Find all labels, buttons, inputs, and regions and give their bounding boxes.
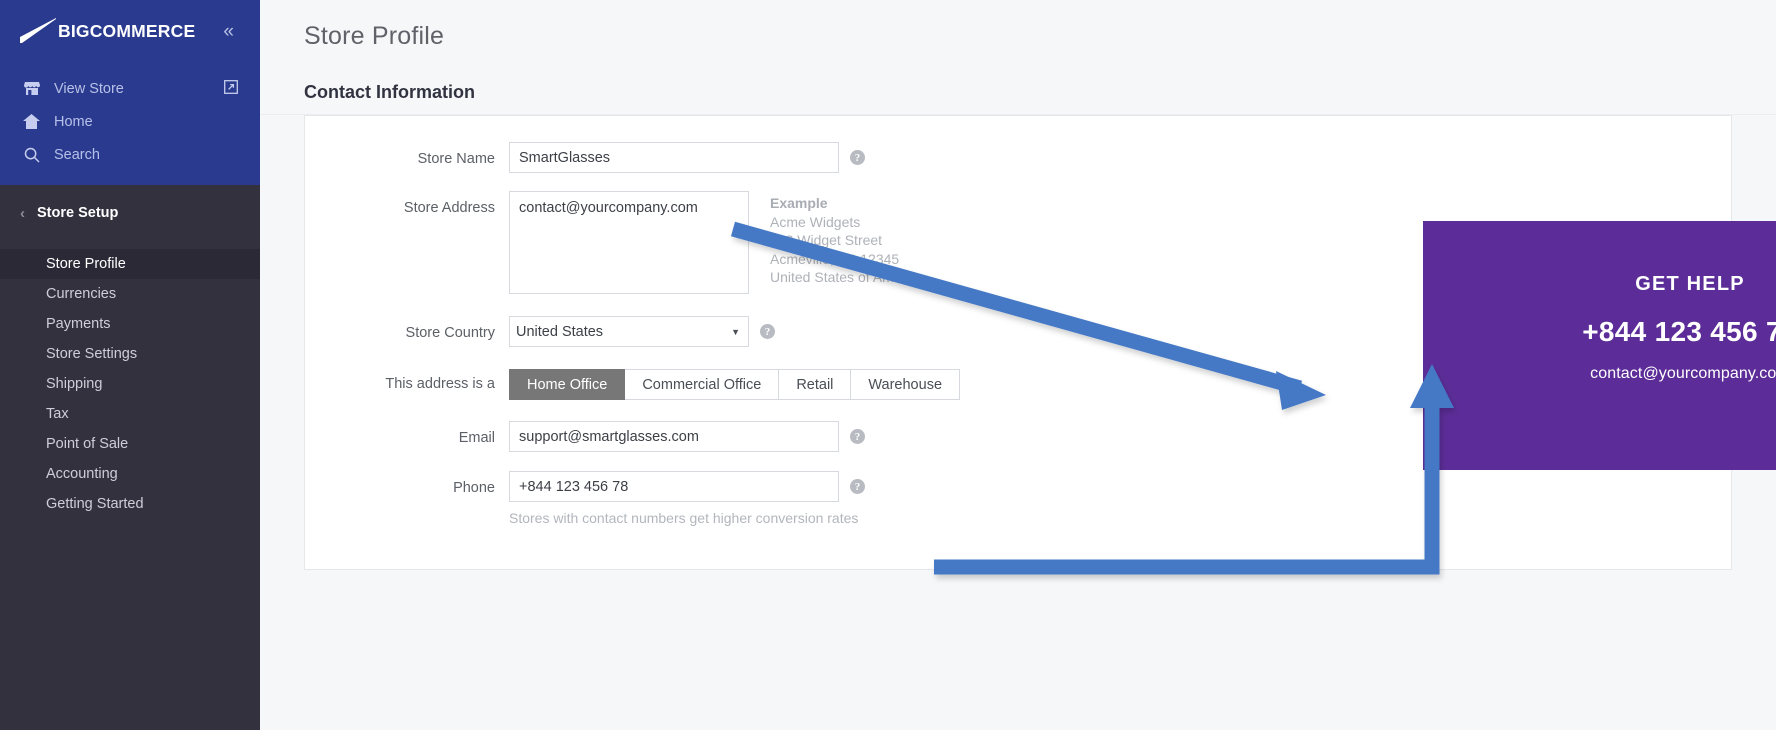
store-country-control: United States ▼ ?: [509, 316, 775, 347]
store-address-example: Example Acme Widgets 123 Widget Street A…: [770, 191, 924, 287]
chevron-left-icon[interactable]: ‹: [20, 206, 25, 221]
field-row-store-name: Store Name ?: [305, 142, 1731, 173]
example-line: 123 Widget Street: [770, 232, 883, 248]
store-address-textarea[interactable]: contact@yourcompany.com: [509, 191, 749, 294]
primary-nav: View Store Home Search: [0, 62, 260, 171]
store-country-label: Store Country: [405, 325, 495, 341]
sidebar-section-store-setup[interactable]: ‹ Store Setup: [0, 185, 260, 241]
submenu-item-label: Accounting: [46, 466, 118, 482]
store-address-control: contact@yourcompany.com Example Acme Wid…: [509, 191, 924, 294]
submenu-item-label: Point of Sale: [46, 436, 129, 452]
sidebar-item-view-store[interactable]: View Store: [0, 72, 260, 105]
field-row-phone: Phone ?: [305, 471, 1731, 502]
external-link-icon[interactable]: [224, 79, 238, 98]
sidebar-item-tax[interactable]: Tax: [0, 399, 260, 429]
address-type-commercial-office[interactable]: Commercial Office: [625, 369, 780, 400]
phone-hint-text: Stores with contact numbers get higher c…: [509, 510, 859, 526]
sidebar: BIGCOMMERCE « View Store Home Search ‹ S…: [0, 0, 260, 730]
search-icon: [23, 146, 40, 163]
address-type-control: Home Office Commercial Office Retail War…: [509, 367, 961, 400]
store-icon: [23, 80, 40, 97]
get-help-email: contact@yourcompany.com: [1590, 365, 1776, 382]
sidebar-item-accounting[interactable]: Accounting: [0, 459, 260, 489]
get-help-overlay-panel: GET HELP +844 123 456 78 contact@yourcom…: [1423, 221, 1776, 470]
sidebar-item-store-profile[interactable]: Store Profile: [0, 249, 260, 279]
example-title: Example: [770, 195, 828, 211]
get-help-heading: GET HELP: [1635, 273, 1745, 295]
submenu-item-label: Payments: [46, 316, 111, 332]
phone-input[interactable]: [509, 471, 839, 502]
sidebar-item-label: Search: [54, 146, 100, 163]
email-input[interactable]: [509, 421, 839, 452]
example-line: Acme Widgets: [770, 213, 861, 230]
sidebar-item-search[interactable]: Search: [0, 138, 260, 171]
submenu-item-label: Tax: [46, 406, 69, 422]
sidebar-collapse-button[interactable]: «: [221, 18, 236, 45]
example-line: United States of America: [770, 269, 925, 285]
sidebar-top-section: BIGCOMMERCE « View Store Home Search: [0, 0, 260, 185]
address-type-retail[interactable]: Retail: [779, 369, 852, 400]
store-address-label: Store Address: [403, 200, 495, 216]
submenu-item-label: Getting Started: [46, 496, 144, 512]
store-country-select-wrap: United States ▼: [509, 316, 749, 347]
page-header: Store Profile Contact Information: [260, 0, 1776, 115]
sidebar-item-store-settings[interactable]: Store Settings: [0, 339, 260, 369]
example-line: Acmeville, AC 12345: [770, 250, 900, 267]
sidebar-item-getting-started[interactable]: Getting Started: [0, 489, 260, 519]
sidebar-item-currencies[interactable]: Currencies: [0, 279, 260, 309]
address-type-button-group: Home Office Commercial Office Retail War…: [509, 369, 961, 400]
sidebar-item-label: Home: [54, 113, 93, 130]
page-title: Store Profile: [304, 22, 445, 50]
submenu-item-label: Store Settings: [46, 346, 138, 362]
email-label: Email: [458, 430, 495, 446]
phone-help-icon[interactable]: ?: [850, 479, 865, 494]
main-content: Store Profile Contact Information Store …: [260, 0, 1776, 730]
brand-row: BIGCOMMERCE «: [0, 0, 260, 62]
email-help-icon[interactable]: ?: [850, 429, 865, 444]
store-country-select[interactable]: United States: [509, 316, 749, 347]
address-type-label: This address is a: [385, 376, 495, 392]
bigcommerce-mark-icon: [20, 18, 57, 44]
address-type-warehouse[interactable]: Warehouse: [851, 369, 961, 400]
store-name-control: ?: [509, 142, 865, 173]
section-title-contact-information: Contact Information: [304, 82, 475, 102]
sidebar-item-point-of-sale[interactable]: Point of Sale: [0, 429, 260, 459]
sidebar-item-payments[interactable]: Payments: [0, 309, 260, 339]
phone-control: ?: [509, 471, 865, 502]
store-name-input[interactable]: [509, 142, 839, 173]
phone-label: Phone: [453, 480, 495, 496]
sidebar-item-shipping[interactable]: Shipping: [0, 369, 260, 399]
bigcommerce-logo[interactable]: BIGCOMMERCE: [20, 18, 195, 44]
email-control: ?: [509, 421, 865, 452]
submenu-item-label: Shipping: [46, 376, 103, 392]
brand-text: BIGCOMMERCE: [58, 20, 196, 41]
address-type-home-office[interactable]: Home Office: [509, 369, 626, 400]
sidebar-item-label: View Store: [54, 80, 124, 97]
app-root: BIGCOMMERCE « View Store Home Search ‹ S…: [0, 0, 1776, 730]
home-icon: [23, 113, 40, 130]
sidebar-section-label: Store Setup: [37, 205, 119, 221]
submenu-item-label: Currencies: [46, 286, 117, 302]
store-setup-submenu: Store Profile Currencies Payments Store …: [0, 241, 260, 519]
get-help-phone: +844 123 456 78: [1582, 316, 1776, 347]
sidebar-item-home[interactable]: Home: [0, 105, 260, 138]
store-name-help-icon[interactable]: ?: [850, 150, 865, 165]
submenu-item-label: Store Profile: [46, 256, 126, 272]
store-name-label: Store Name: [417, 151, 495, 167]
store-country-help-icon[interactable]: ?: [760, 324, 775, 339]
